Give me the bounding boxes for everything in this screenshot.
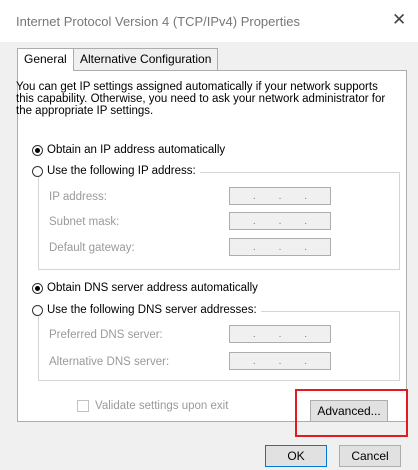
use-following-ip-label: Use the following IP address: <box>47 165 196 177</box>
use-following-dns-radio[interactable]: Use the following DNS server addresses: <box>32 304 261 316</box>
obtain-ip-auto-radio[interactable]: Obtain an IP address automatically <box>32 144 230 156</box>
default-gateway-label: Default gateway: <box>49 242 135 254</box>
obtain-dns-auto-label: Obtain DNS server address automatically <box>47 282 258 294</box>
alternative-dns-field: ... <box>229 352 331 370</box>
advanced-button[interactable]: Advanced... <box>310 400 388 422</box>
preferred-dns-field: ... <box>229 325 331 343</box>
validate-checkbox[interactable]: Validate settings upon exit <box>77 400 228 412</box>
use-following-ip-radio[interactable]: Use the following IP address: <box>32 165 200 177</box>
obtain-dns-auto-radio[interactable]: Obtain DNS server address automatically <box>32 282 262 294</box>
tab-general[interactable]: General <box>17 48 74 71</box>
radio-selected-icon <box>32 144 43 156</box>
intro-text: You can get IP settings assigned automat… <box>16 81 386 117</box>
dns-group <box>38 311 400 381</box>
use-following-dns-label: Use the following DNS server addresses: <box>47 304 257 316</box>
radio-selected-icon <box>32 282 43 294</box>
checkbox-icon <box>77 400 89 412</box>
window-title: Internet Protocol Version 4 (TCP/IPv4) P… <box>16 14 300 29</box>
obtain-ip-auto-label: Obtain an IP address automatically <box>47 144 226 156</box>
preferred-dns-label: Preferred DNS server: <box>49 329 163 341</box>
cancel-button[interactable]: Cancel <box>339 445 401 467</box>
validate-label: Validate settings upon exit <box>95 400 229 412</box>
ip-address-field: ... <box>229 187 331 205</box>
tab-alternative-configuration[interactable]: Alternative Configuration <box>73 48 219 70</box>
default-gateway-field: ... <box>229 238 331 256</box>
ok-button[interactable]: OK <box>265 445 327 467</box>
close-icon[interactable]: ✕ <box>392 10 406 30</box>
title-bar: Internet Protocol Version 4 (TCP/IPv4) P… <box>0 0 418 42</box>
alternative-dns-label: Alternative DNS server: <box>49 356 170 368</box>
subnet-mask-field: ... <box>229 212 331 230</box>
radio-unselected-icon <box>32 304 43 316</box>
ip-address-label: IP address: <box>49 191 107 203</box>
subnet-mask-label: Subnet mask: <box>49 216 120 228</box>
radio-unselected-icon <box>32 165 43 177</box>
